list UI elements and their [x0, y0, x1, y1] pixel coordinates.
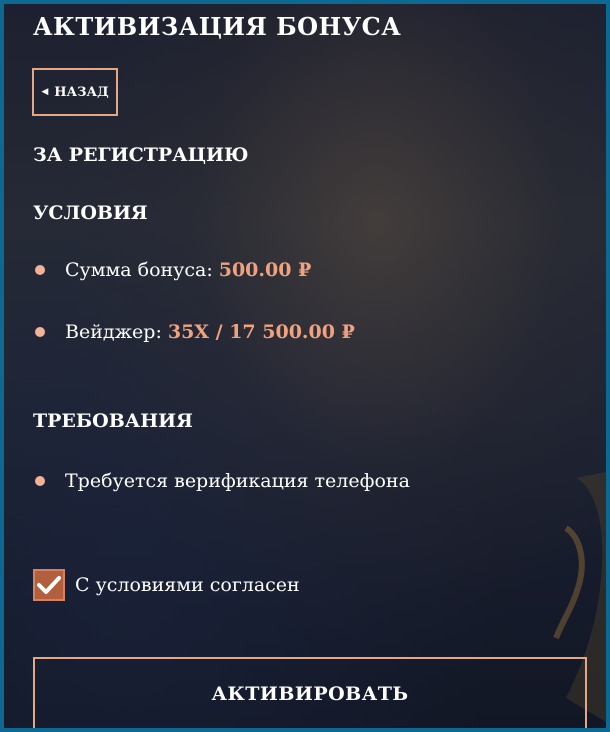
- bullet-dot-icon: [35, 265, 45, 275]
- chevron-left-icon: ◀: [41, 86, 49, 97]
- condition-label: Вейджер:: [65, 321, 162, 343]
- activate-button-label: АКТИВИРОВАТЬ: [211, 683, 409, 705]
- condition-label: Сумма бонуса:: [65, 259, 213, 281]
- requirement-label: Требуется верификация телефона: [65, 470, 410, 492]
- terms-agreement[interactable]: С условиями согласен: [33, 569, 300, 601]
- bullet-dot-icon: [35, 327, 45, 337]
- panel-content: АКТИВИЗАЦИЯ БОНУСА ◀ НАЗАД ЗА РЕГИСТРАЦИ…: [29, 4, 587, 728]
- requirement-item-phone-verification: Требуется верификация телефона: [35, 470, 410, 492]
- activate-button[interactable]: АКТИВИРОВАТЬ: [33, 657, 587, 728]
- condition-item-bonus-amount: Сумма бонуса: 500.00 ₽: [35, 259, 311, 281]
- checkmark-icon: [37, 576, 61, 594]
- requirements-heading: ТРЕБОВАНИЯ: [33, 410, 193, 432]
- conditions-heading: УСЛОВИЯ: [33, 202, 148, 224]
- condition-value: 35X / 17 500.00 ₽: [167, 321, 355, 343]
- condition-value: 500.00 ₽: [218, 259, 312, 281]
- bullet-dot-icon: [35, 476, 45, 486]
- back-button-label: НАЗАД: [54, 84, 109, 100]
- back-button[interactable]: ◀ НАЗАД: [32, 68, 118, 116]
- bonus-activation-panel: АКТИВИЗАЦИЯ БОНУСА ◀ НАЗАД ЗА РЕГИСТРАЦИ…: [0, 0, 610, 732]
- terms-checkbox[interactable]: [33, 569, 65, 601]
- condition-item-wager: Вейджер: 35X / 17 500.00 ₽: [35, 321, 355, 343]
- page-title: АКТИВИЗАЦИЯ БОНУСА: [33, 12, 402, 41]
- bonus-type-label: ЗА РЕГИСТРАЦИЮ: [33, 144, 249, 166]
- terms-checkbox-label: С условиями согласен: [75, 574, 300, 596]
